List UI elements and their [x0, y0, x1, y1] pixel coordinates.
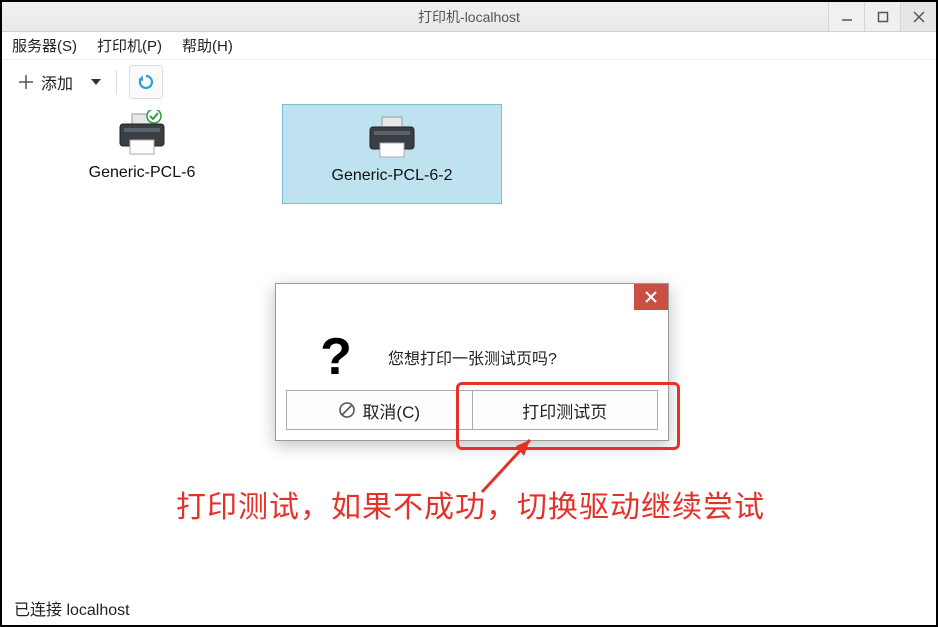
- menu-server[interactable]: 服务器(S): [8, 33, 81, 58]
- cancel-button-label: 取消(C): [362, 398, 420, 423]
- dialog-body: ? 您想打印一张测试页吗?: [276, 314, 668, 390]
- window-titlebar: 打印机-localhost: [2, 2, 936, 32]
- printer-label: Generic-PCL-6-2: [283, 167, 501, 185]
- cancel-button[interactable]: 取消(C): [286, 390, 473, 430]
- printer-item-selected[interactable]: Generic-PCL-6-2: [282, 104, 502, 204]
- add-dropdown-button[interactable]: [88, 67, 104, 97]
- status-bar: 已连接 localhost: [2, 591, 936, 625]
- toolbar: 添加: [2, 60, 936, 104]
- refresh-icon: [137, 73, 155, 91]
- add-printer-button[interactable]: 添加: [10, 65, 80, 99]
- dialog-button-row: 取消(C) 打印测试页: [286, 390, 658, 430]
- print-test-page-button[interactable]: 打印测试页: [472, 390, 659, 430]
- status-text: 已连接 localhost: [14, 596, 130, 620]
- printer-label: Generic-PCL-6: [62, 164, 222, 182]
- printer-config-window: 打印机-localhost 服务器(S) 打印机(P) 帮助(H) 添加: [0, 0, 938, 627]
- window-minimize-button[interactable]: [828, 2, 864, 31]
- annotation-text: 打印测试，如果不成功，切换驱动继续尝试: [176, 482, 765, 526]
- window-title: 打印机-localhost: [2, 7, 936, 27]
- printer-icon: [62, 110, 222, 158]
- menu-printer[interactable]: 打印机(P): [93, 33, 166, 58]
- print-test-page-dialog: ? 您想打印一张测试页吗? 取消(C) 打印测试页: [275, 283, 669, 441]
- menu-help[interactable]: 帮助(H): [178, 33, 237, 58]
- menubar: 服务器(S) 打印机(P) 帮助(H): [2, 32, 936, 60]
- print-test-page-label: 打印测试页: [522, 398, 607, 423]
- dialog-close-button[interactable]: [634, 284, 668, 310]
- printer-icon: [283, 113, 501, 161]
- question-icon: ?: [308, 327, 364, 387]
- dialog-titlebar: [276, 284, 668, 314]
- add-button-label: 添加: [41, 70, 73, 94]
- window-close-button[interactable]: [900, 2, 936, 31]
- window-controls: [828, 2, 936, 31]
- printer-item[interactable]: Generic-PCL-6: [62, 110, 222, 182]
- toolbar-separator: [116, 70, 117, 94]
- plus-icon: [17, 73, 35, 91]
- cancel-icon: [338, 401, 356, 419]
- window-maximize-button[interactable]: [864, 2, 900, 31]
- dialog-message: 您想打印一张测试页吗?: [388, 345, 557, 369]
- refresh-button[interactable]: [129, 65, 163, 99]
